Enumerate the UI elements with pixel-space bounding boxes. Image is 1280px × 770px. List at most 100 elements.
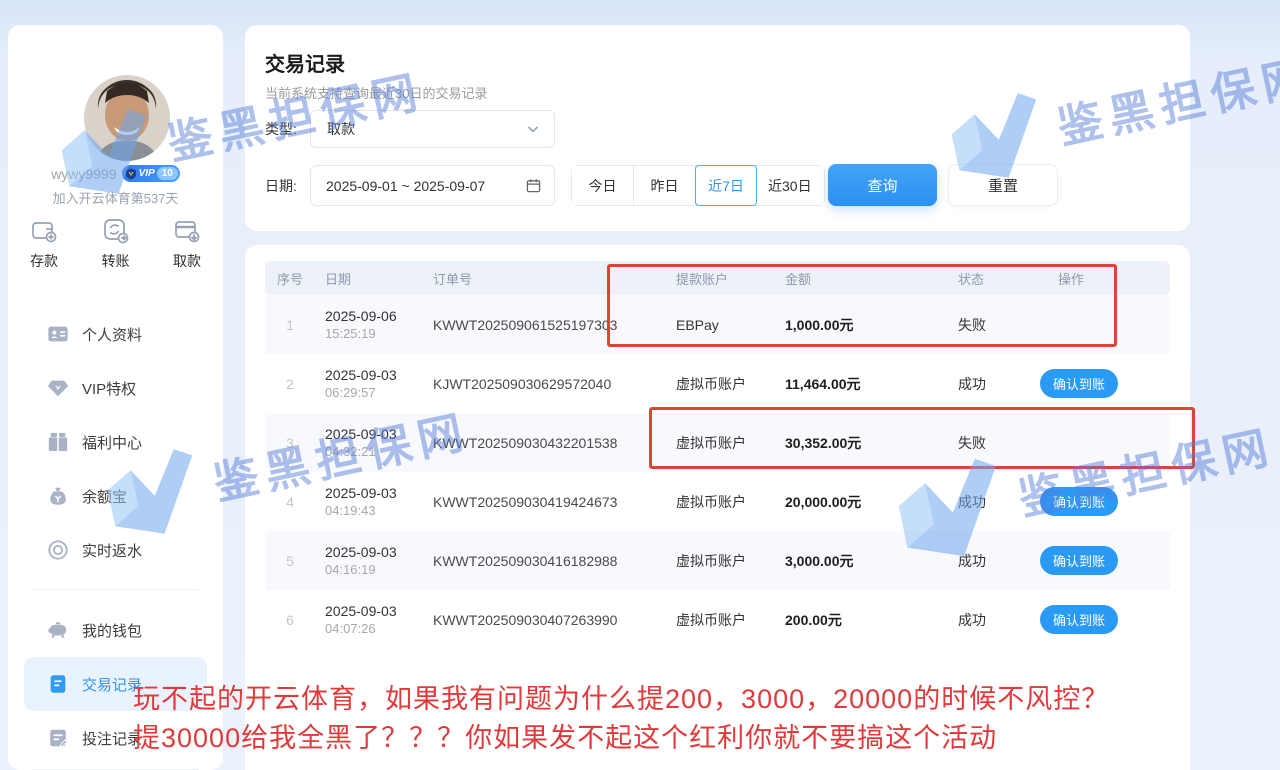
confirm-arrival-button[interactable]: 确认到账 — [1040, 487, 1118, 516]
row-no: 4 — [265, 494, 315, 510]
row-no: 5 — [265, 553, 315, 569]
vip-label: VIP — [137, 168, 157, 179]
row-order: KWWT202509030416182988 — [433, 553, 673, 569]
table-row: 6 2025-09-03 04:07:26 KWWT20250903040726… — [265, 590, 1170, 649]
date-quick-ranges: 今日 昨日 近7日 近30日 — [571, 165, 825, 206]
row-date: 2025-09-03 04:32:21 — [315, 426, 433, 459]
range-last7days-button[interactable]: 近7日 — [695, 165, 757, 206]
row-time-value: 04:32:21 — [325, 444, 433, 459]
row-status: 成功 — [950, 551, 1040, 571]
confirm-arrival-button[interactable]: 确认到账 — [1040, 369, 1118, 398]
row-date-value: 2025-09-03 — [325, 485, 433, 501]
row-order: KWWT202509061525197303 — [433, 317, 673, 333]
confirm-arrival-button[interactable]: 确认到账 — [1040, 546, 1118, 575]
sidebar-item-label: 福利中心 — [82, 432, 142, 453]
row-amount: 20,000.00元 — [785, 492, 950, 512]
quick-action-withdraw[interactable]: 取款 — [173, 217, 201, 271]
vip-badge: VIP 10 — [122, 165, 180, 182]
range-last30days-button[interactable]: 近30日 — [756, 166, 824, 205]
quick-action-label: 取款 — [173, 251, 201, 271]
range-today-button[interactable]: 今日 — [572, 166, 634, 205]
filter-card: 交易记录 当前系统支持查询最近30日的交易记录 类型: 取款 日期: 2025-… — [245, 25, 1190, 231]
avatar[interactable] — [84, 75, 170, 161]
row-order: KWWT202509030432201538 — [433, 435, 673, 451]
row-date: 2025-09-03 06:29:57 — [315, 367, 433, 400]
row-status: 成功 — [950, 610, 1040, 630]
type-select[interactable]: 取款 — [310, 110, 555, 148]
sidebar-item-label: 我的钱包 — [82, 620, 142, 641]
row-account: 虚拟币账户 — [673, 433, 785, 453]
row-time-value: 06:29:57 — [325, 385, 433, 400]
sidebar-item-label: 个人资料 — [82, 324, 142, 345]
row-no: 6 — [265, 612, 315, 628]
sidebar: wywy9999 VIP 10 加入开云体育第537天 存款 — [8, 25, 223, 770]
confirm-arrival-button[interactable]: 确认到账 — [1040, 605, 1118, 634]
date-label: 日期: — [265, 176, 310, 196]
row-time-value: 04:16:19 — [325, 562, 433, 577]
sidebar-item-label: 实时返水 — [82, 540, 142, 561]
quick-action-label: 存款 — [30, 251, 58, 271]
transactions-table: 序号 日期 订单号 提款账户 金额 状态 操作 1 2025-09-06 15:… — [265, 261, 1170, 649]
withdraw-icon — [173, 217, 201, 245]
row-no: 1 — [265, 317, 315, 333]
col-header-operation: 操作 — [1040, 269, 1170, 288]
col-header-no: 序号 — [265, 269, 315, 288]
sidebar-item-rebate[interactable]: 实时返水 — [24, 523, 207, 577]
col-header-date: 日期 — [315, 269, 433, 288]
row-date-value: 2025-09-06 — [325, 308, 433, 324]
row-date: 2025-09-06 15:25:19 — [315, 308, 433, 341]
complaint-line2: 提30000给我全黑了？？？你如果发不起这个红利你就不要搞这个活动 — [133, 719, 1109, 758]
row-order: KWWT202509030419424673 — [433, 494, 673, 510]
row-date-value: 2025-09-03 — [325, 426, 433, 442]
chevron-down-icon — [526, 122, 540, 136]
sidebar-item-profile[interactable]: 个人资料 — [24, 307, 207, 361]
vip-level: 10 — [157, 167, 178, 180]
money-bag-icon — [47, 485, 69, 507]
table-row: 3 2025-09-03 04:32:21 KWWT20250903043220… — [265, 413, 1170, 472]
row-amount: 200.00元 — [785, 610, 950, 630]
complaint-line1: 玩不起的开云体育，如果我有问题为什么提200，3000，20000的时候不风控？ — [133, 680, 1109, 719]
row-date: 2025-09-03 04:16:19 — [315, 544, 433, 577]
profile-card-icon — [47, 323, 69, 345]
row-account: 虚拟币账户 — [673, 374, 785, 394]
row-operation: 确认到账 — [1040, 369, 1170, 398]
query-button[interactable]: 查询 — [828, 164, 937, 206]
row-account: EBPay — [673, 317, 785, 333]
row-time-value: 15:25:19 — [325, 326, 433, 341]
row-account: 虚拟币账户 — [673, 551, 785, 571]
rebate-icon — [47, 539, 69, 561]
row-status: 成功 — [950, 374, 1040, 394]
row-no: 2 — [265, 376, 315, 392]
gift-icon — [47, 431, 69, 453]
row-order: KWWT202509030407263990 — [433, 612, 673, 628]
quick-action-transfer[interactable]: 转账 — [102, 217, 130, 271]
join-days-text: 加入开云体育第537天 — [8, 188, 223, 207]
sidebar-menu: 个人资料 VIP特权 福利中心 余额宝 — [24, 307, 207, 577]
sidebar-item-label: VIP特权 — [82, 378, 136, 399]
main-content: 交易记录 当前系统支持查询最近30日的交易记录 类型: 取款 日期: 2025-… — [245, 25, 1190, 770]
col-header-amount: 金额 — [785, 269, 950, 288]
col-header-status: 状态 — [950, 269, 1040, 288]
complaint-annotation: 玩不起的开云体育，如果我有问题为什么提200，3000，20000的时候不风控？… — [133, 680, 1109, 758]
row-date-value: 2025-09-03 — [325, 603, 433, 619]
row-date: 2025-09-03 04:07:26 — [315, 603, 433, 636]
sidebar-item-vip[interactable]: VIP特权 — [24, 361, 207, 415]
row-date-value: 2025-09-03 — [325, 367, 433, 383]
range-yesterday-button[interactable]: 昨日 — [634, 166, 696, 205]
sidebar-item-yuebao[interactable]: 余额宝 — [24, 469, 207, 523]
row-status: 失败 — [950, 315, 1040, 335]
row-amount: 1,000.00元 — [785, 315, 950, 335]
table-header: 序号 日期 订单号 提款账户 金额 状态 操作 — [265, 261, 1170, 295]
row-operation: 确认到账 — [1040, 487, 1170, 516]
quick-action-deposit[interactable]: 存款 — [30, 217, 58, 271]
sidebar-item-welfare[interactable]: 福利中心 — [24, 415, 207, 469]
bet-records-icon — [47, 727, 69, 749]
row-no: 3 — [265, 435, 315, 451]
quick-action-label: 转账 — [102, 251, 130, 271]
reset-button[interactable]: 重置 — [948, 164, 1058, 206]
piggy-bank-icon — [47, 619, 69, 641]
sidebar-item-my-wallet[interactable]: 我的钱包 — [24, 603, 207, 657]
deposit-icon — [30, 217, 58, 245]
col-header-account: 提款账户 — [673, 269, 785, 288]
date-range-input[interactable]: 2025-09-01 ~ 2025-09-07 — [310, 165, 555, 206]
